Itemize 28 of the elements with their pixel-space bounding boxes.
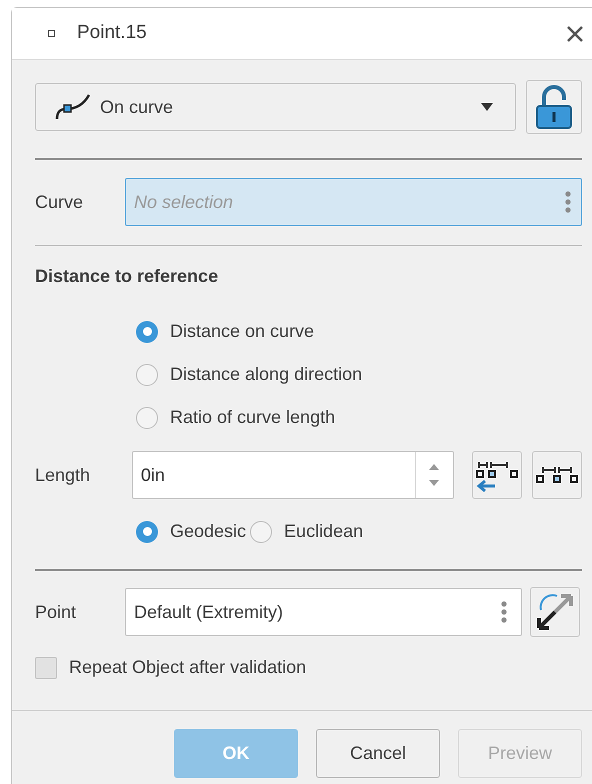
spin-arrows-icon[interactable] <box>429 463 440 487</box>
window-icon <box>48 30 55 37</box>
caret-icon <box>481 103 493 111</box>
section-heading: Distance to reference <box>35 265 220 288</box>
more-icon[interactable] <box>565 191 571 213</box>
radio-option[interactable]: Distance on curve <box>136 318 582 345</box>
close-icon[interactable] <box>566 24 584 42</box>
unlocked-padlock-icon <box>534 85 574 129</box>
measure-button[interactable] <box>532 451 582 499</box>
more-icon[interactable] <box>501 601 507 623</box>
length-label: Length <box>35 464 92 487</box>
curve-label: Curve <box>35 190 84 214</box>
reverse-direction-button[interactable] <box>530 587 580 637</box>
point-label: Point <box>35 600 78 624</box>
lock-button[interactable] <box>526 80 582 134</box>
type-dropdown[interactable]: On curve <box>35 83 516 131</box>
window-title: Point.15 <box>77 21 148 46</box>
curve-point-icon <box>54 94 90 120</box>
length-spin-field[interactable]: 0in <box>132 451 454 499</box>
repeat-checkbox[interactable]: Repeat Object after validation <box>35 654 582 681</box>
radio-option[interactable]: Geodesic <box>136 518 246 545</box>
measure-reverse-button[interactable] <box>472 451 522 499</box>
reverse-arrows-icon <box>535 592 575 632</box>
radio-option[interactable]: Distance along direction <box>136 361 582 388</box>
radio-option[interactable]: Ratio of curve length <box>136 404 582 431</box>
dialog-button[interactable]: Cancel <box>316 729 440 778</box>
radio-option[interactable]: Euclidean <box>250 518 364 545</box>
point-field[interactable]: Default (Extremity) <box>125 588 522 636</box>
